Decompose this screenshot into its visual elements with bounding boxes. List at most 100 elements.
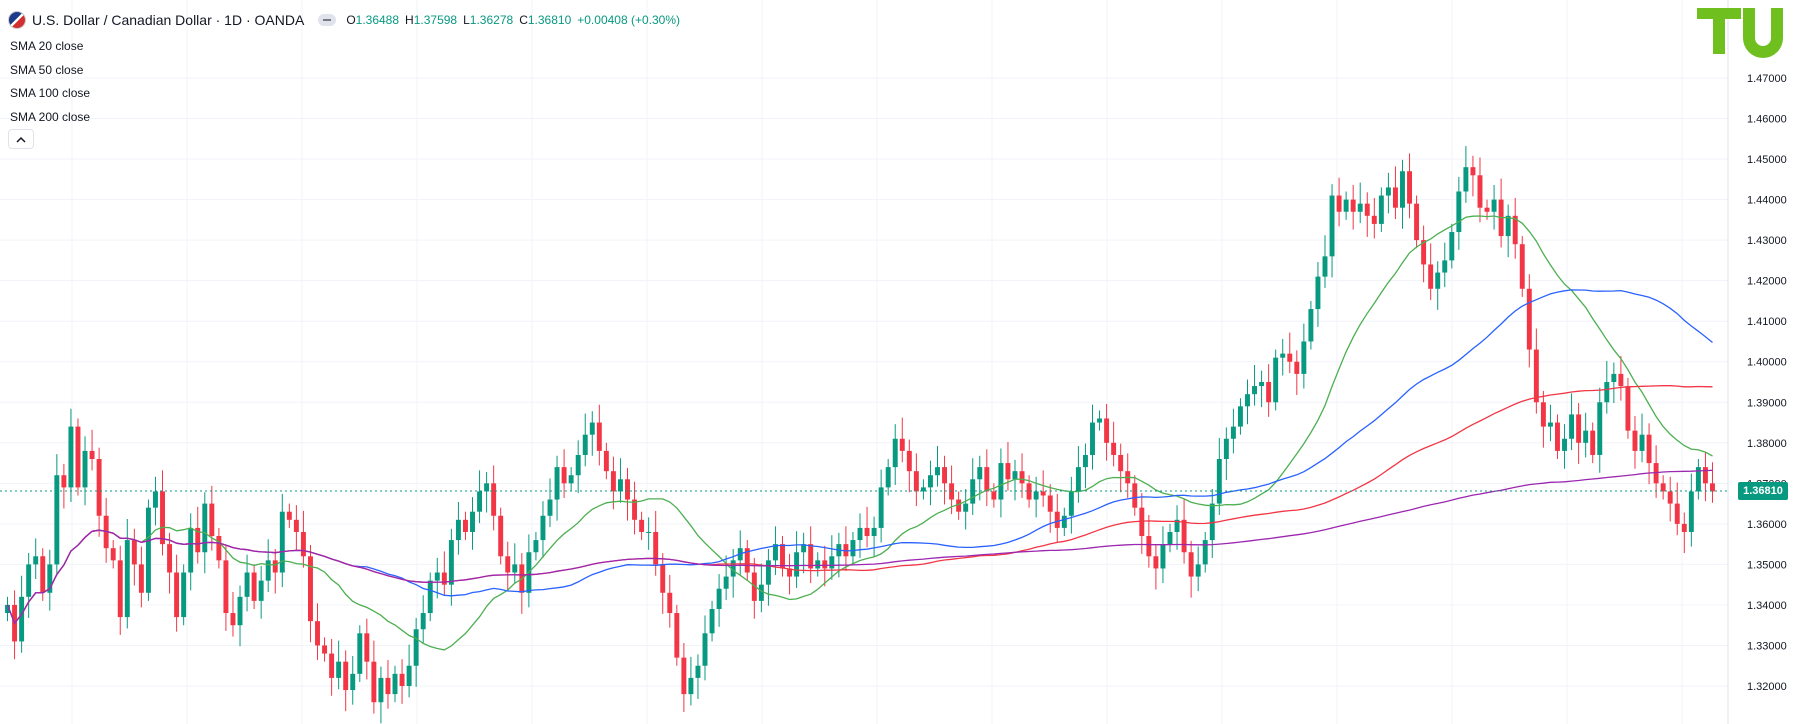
candle-body (794, 552, 800, 577)
candle-body (26, 564, 32, 597)
candle-body (575, 454, 581, 476)
y-tick-label: 1.41000 (1747, 316, 1787, 328)
candle-body (223, 560, 229, 614)
candle-body (364, 633, 370, 662)
y-tick-label: 1.32000 (1747, 681, 1787, 693)
candle-body (434, 572, 440, 581)
candle-body (1583, 430, 1589, 443)
indicator-sma100[interactable]: SMA 100 close (10, 82, 90, 106)
candle-body (1308, 309, 1314, 342)
candle-body (1252, 386, 1258, 395)
candle-body (1371, 215, 1377, 224)
candle-body (96, 459, 102, 516)
candle-body (892, 438, 898, 468)
candle-body (977, 467, 983, 480)
candle-body (568, 475, 574, 484)
y-tick-label: 1.35000 (1747, 559, 1787, 571)
candle-body (1540, 402, 1546, 427)
candle-body (1068, 491, 1074, 516)
candle-body (625, 479, 630, 500)
candle-body (329, 653, 335, 678)
candle-body (441, 572, 447, 585)
price-axis: 1.47000 1.46000 1.45000 1.44000 1.43000 1.420… (1727, 0, 1787, 724)
candle-body (258, 580, 264, 601)
chart-area[interactable]: 1.47000 1.46000 1.45000 1.44000 1.43000 1.420… (0, 0, 1794, 724)
symbol-title[interactable]: U.S. Dollar / Canadian Dollar · 1D · OAN… (32, 12, 304, 28)
candle-body (300, 531, 306, 557)
y-tick-label: 1.36000 (1747, 519, 1787, 531)
candle-body (188, 527, 194, 573)
candle-body (1505, 215, 1511, 237)
candle-body (603, 450, 609, 472)
candle-body (82, 450, 88, 488)
candle-body (124, 540, 130, 618)
candle-body (61, 475, 67, 488)
candle-body (1674, 503, 1680, 524)
candle-body (1618, 373, 1624, 387)
candle-body (716, 588, 722, 609)
candle-body (1153, 556, 1159, 569)
candle-body (1259, 382, 1265, 387)
candle-body (448, 540, 454, 585)
indicator-sma20[interactable]: SMA 20 close (10, 35, 90, 59)
candle-body (1463, 167, 1469, 192)
indicator-sma50[interactable]: SMA 50 close (10, 59, 90, 83)
candle-body (857, 527, 863, 541)
candle-body (33, 556, 39, 565)
toggle-legend-button[interactable] (8, 129, 34, 149)
y-tick-label: 1.47000 (1747, 73, 1787, 85)
candle-body (1301, 341, 1307, 374)
candle-body (265, 560, 271, 581)
candle-body (40, 556, 46, 593)
candle-body (709, 608, 715, 634)
candle-body (1047, 495, 1053, 512)
candle-body (1343, 199, 1349, 212)
candle-body (815, 560, 821, 569)
candle-body (1681, 523, 1687, 532)
candle-body (617, 479, 623, 492)
candle-body (512, 564, 518, 573)
y-tick-label: 1.33000 (1747, 640, 1787, 652)
candle-body (1519, 244, 1525, 289)
candle-body (1280, 353, 1286, 358)
candle-body (1287, 353, 1293, 362)
candle-body (1569, 414, 1575, 439)
candle-body (75, 426, 81, 488)
candle-body (498, 515, 504, 557)
candle-body (1111, 442, 1117, 455)
candle-body (1075, 467, 1081, 492)
candle-body (723, 576, 729, 589)
candle-body (1040, 491, 1046, 496)
candle-body (1597, 402, 1603, 455)
candle-body (913, 471, 919, 492)
indicator-sma200[interactable]: SMA 200 close (10, 106, 90, 130)
candle-body (561, 467, 567, 484)
grid (0, 0, 1728, 724)
candle-body (1033, 491, 1039, 500)
candle-body (1667, 491, 1673, 504)
candle-body (1237, 406, 1243, 427)
candle-body (1449, 232, 1455, 261)
high-value: 1.37598 (413, 13, 458, 27)
candle-body (279, 511, 285, 573)
candle-body (209, 503, 215, 537)
collapse-legend-button[interactable] (318, 14, 337, 26)
candle-body (702, 633, 708, 666)
candle-body (1230, 426, 1236, 439)
candle-body (1442, 260, 1448, 273)
candle-body (1082, 454, 1088, 468)
price-chart[interactable]: 1.47000 1.46000 1.45000 1.44000 1.43000 1.420… (0, 0, 1794, 724)
candle-body (477, 491, 483, 512)
candle-body (688, 677, 694, 695)
candle-body (455, 519, 461, 541)
candle-body (582, 434, 588, 455)
candle-body (1245, 394, 1250, 407)
y-tick-label: 1.44000 (1747, 195, 1787, 207)
candle-body (829, 556, 835, 569)
candle-body (110, 548, 116, 561)
candle-body (547, 499, 553, 516)
candle-body (350, 673, 356, 691)
candle-body (1188, 552, 1194, 577)
candle-body (885, 467, 891, 488)
candle-body (1526, 288, 1532, 350)
